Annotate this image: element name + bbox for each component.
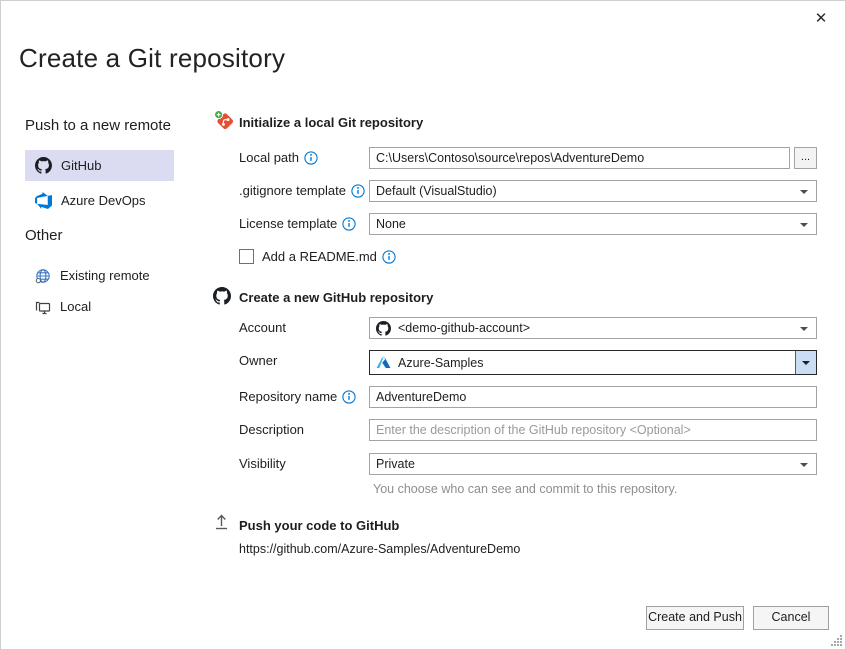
account-label: Account [239,317,286,339]
resize-grip[interactable] [830,634,843,647]
chevron-down-icon [800,327,808,331]
create-git-repository-dialog: ✕ Create a Git repository Push to a new … [0,0,846,650]
info-icon[interactable] [382,250,396,264]
gitignore-row: .gitignore template Default (VisualStudi… [239,180,817,202]
sidebar-item-label: Azure DevOps [61,193,146,208]
chevron-down-icon [800,223,808,227]
gitignore-template-value: Default (VisualStudio) [376,184,497,198]
visibility-row: Visibility Private [239,453,817,475]
page-title: Create a Git repository [19,43,285,74]
info-icon[interactable] [342,217,356,231]
sidebar-item-label: GitHub [61,158,101,173]
repository-name-input[interactable] [369,386,817,408]
local-path-row: Local path ... [239,147,817,169]
repository-name-label: Repository name [239,386,337,408]
sidebar-item-label: Local [60,299,91,314]
visibility-dropdown[interactable]: Private [369,453,817,475]
readme-label: Add a README.md [262,246,377,268]
github-icon [213,287,231,305]
license-row: License template None [239,213,817,235]
owner-value: Azure-Samples [398,356,483,370]
chevron-down-icon [800,190,808,194]
repository-name-row: Repository name [239,386,817,408]
create-and-push-button[interactable]: Create and Push [646,606,744,630]
license-label: License template [239,213,337,235]
section-heading-initialize: Initialize a local Git repository [239,115,423,130]
owner-label: Owner [239,350,277,372]
info-icon[interactable] [342,390,356,404]
git-init-icon [214,110,235,131]
section-heading-github: Create a new GitHub repository [239,290,433,305]
gitignore-label: .gitignore template [239,180,346,202]
description-input[interactable] [369,419,817,441]
sidebar-heading-push: Push to a new remote [25,117,171,134]
owner-dropdown-button[interactable] [795,351,816,374]
owner-row: Owner Azure-Samples [239,350,817,375]
account-dropdown[interactable]: <demo-github-account> [369,317,817,339]
azure-icon [376,355,391,370]
chevron-down-icon [800,463,808,467]
info-icon[interactable] [351,184,365,198]
owner-dropdown[interactable]: Azure-Samples [369,350,817,375]
account-row: Account <demo-github-account> [239,317,817,339]
cancel-button[interactable]: Cancel [753,606,829,630]
visibility-value: Private [376,457,415,471]
info-icon[interactable] [304,151,318,165]
sidebar-item-local[interactable]: Local [25,293,174,320]
description-label: Description [239,419,304,441]
monitor-icon [35,299,51,315]
push-upload-icon [213,513,230,530]
account-value: <demo-github-account> [398,321,530,335]
close-icon[interactable]: ✕ [811,9,831,29]
readme-row: Add a README.md [239,246,817,268]
local-path-input[interactable] [369,147,790,169]
chevron-down-icon [802,361,810,365]
sidebar-item-github[interactable]: GitHub [25,150,174,181]
license-template-value: None [376,217,406,231]
browse-button[interactable]: ... [794,147,817,169]
description-row: Description [239,419,817,441]
sidebar-item-label: Existing remote [60,268,150,283]
readme-checkbox[interactable] [239,249,254,264]
sidebar-item-existing-remote[interactable]: Existing remote [25,262,174,289]
gitignore-template-dropdown[interactable]: Default (VisualStudio) [369,180,817,202]
azure-devops-icon [35,192,52,209]
license-template-dropdown[interactable]: None [369,213,817,235]
repository-url: https://github.com/Azure-Samples/Adventu… [239,542,520,556]
github-icon [376,321,391,336]
globe-remote-icon [35,268,51,284]
local-path-label: Local path [239,147,299,169]
sidebar-item-azure-devops[interactable]: Azure DevOps [25,186,174,215]
github-icon [35,157,52,174]
visibility-help-text: You choose who can see and commit to thi… [373,482,677,496]
section-heading-push: Push your code to GitHub [239,518,399,533]
sidebar-heading-other: Other [25,227,63,244]
visibility-label: Visibility [239,453,286,475]
